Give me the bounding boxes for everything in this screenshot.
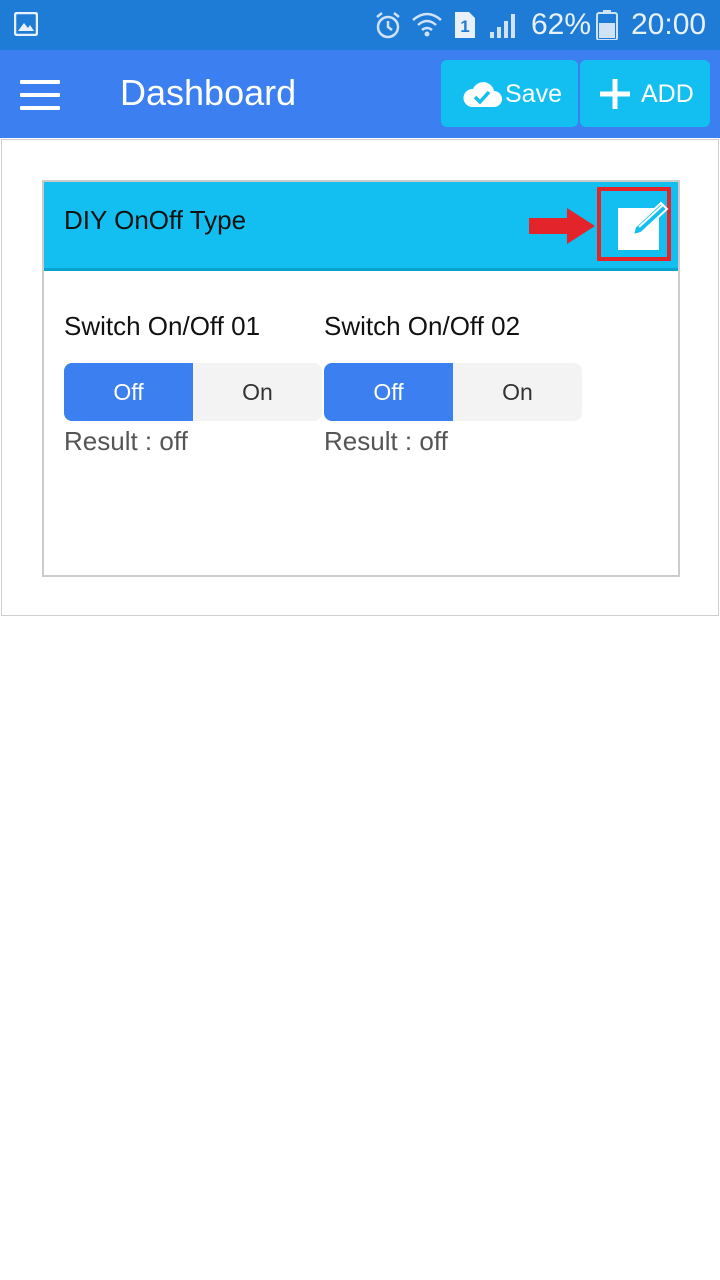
battery-icon: [596, 10, 618, 40]
widget-title: DIY OnOff Type: [64, 205, 247, 235]
cloud-check-icon: [463, 82, 502, 107]
app-bar: Dashboard Save ADD: [0, 50, 720, 138]
signal-icon: [490, 14, 515, 38]
status-bar: 1 62% 20:00: [0, 0, 720, 50]
wifi-icon: [412, 12, 442, 37]
plus-icon: [600, 79, 630, 109]
switch-1-result: Result : off: [64, 426, 188, 456]
page-title: Dashboard: [120, 72, 297, 113]
alarm-icon: [376, 12, 400, 39]
switch-1-toggle: Off On: [64, 363, 322, 421]
clock: 20:00: [631, 8, 707, 41]
battery-percentage: 62%: [531, 8, 592, 41]
switch-1-on-option[interactable]: On: [193, 363, 322, 421]
switch-2-off-option[interactable]: Off: [324, 363, 453, 421]
save-button-label: Save: [505, 80, 562, 108]
switch-1-off-option[interactable]: Off: [64, 363, 193, 421]
edit-icon[interactable]: [617, 201, 669, 251]
add-button[interactable]: ADD: [580, 60, 710, 127]
add-button-label: ADD: [641, 80, 694, 108]
switch-2-toggle: Off On: [324, 363, 582, 421]
svg-text:1: 1: [460, 17, 469, 36]
save-button[interactable]: Save: [441, 60, 578, 127]
hamburger-menu-icon[interactable]: [20, 80, 60, 110]
gallery-icon: [14, 12, 38, 36]
widget-card: DIY OnOff Type Switch On/Off 01 Off On R…: [42, 180, 680, 577]
annotation-arrow-icon: [529, 208, 595, 244]
switch-1-title: Switch On/Off 01: [64, 311, 261, 341]
switch-2-on-option[interactable]: On: [453, 363, 582, 421]
switch-2-title: Switch On/Off 02: [324, 311, 521, 341]
switch-2-result: Result : off: [324, 426, 448, 456]
sim-1-icon: 1: [455, 12, 475, 38]
